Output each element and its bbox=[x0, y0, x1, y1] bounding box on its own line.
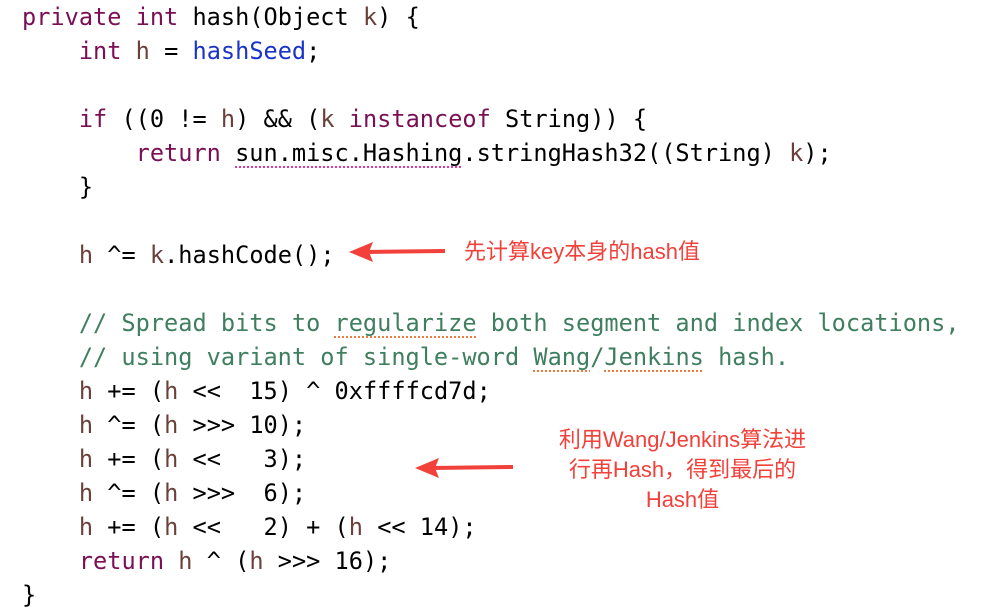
annotation-line: 利用Wang/Jenkins算法进 bbox=[558, 427, 807, 452]
code-token: h bbox=[78, 479, 94, 507]
code-token: hash(Object bbox=[192, 3, 363, 31]
code-token: k bbox=[362, 3, 378, 31]
code-token: ^= ( bbox=[93, 411, 165, 439]
code-token: regularize bbox=[334, 309, 477, 337]
code-line: private int hash(Object k) { bbox=[22, 0, 960, 34]
code-token: Wang bbox=[533, 343, 591, 371]
code-token: ^= bbox=[93, 241, 150, 269]
code-token: << 15) ^ 0xffffcd7d; bbox=[178, 377, 491, 405]
code-token: h bbox=[78, 411, 94, 439]
code-token: // using variant of single-word bbox=[22, 343, 534, 371]
code-token: .stringHash32((String) bbox=[462, 139, 790, 167]
code-line: int h = hashSeed; bbox=[22, 34, 960, 68]
annotation-line: 行再Hash，得到最后的 bbox=[568, 457, 797, 482]
code-token: >>> 6); bbox=[178, 479, 307, 507]
code-token: h bbox=[220, 105, 236, 133]
code-token: hashSeed bbox=[192, 37, 307, 65]
code-token: h bbox=[164, 445, 179, 473]
code-token: return bbox=[78, 547, 179, 575]
code-token: h bbox=[164, 377, 179, 405]
annotation-wang-jenkins: 利用Wang/Jenkins算法进 行再Hash，得到最后的 Hash值 bbox=[530, 425, 835, 515]
code-token: ^ ( bbox=[192, 547, 250, 575]
code-token: private int bbox=[22, 3, 193, 31]
code-line: return sun.misc.Hashing.stringHash32((St… bbox=[22, 136, 960, 170]
code-token: h bbox=[78, 377, 94, 405]
code-token: // Spread bits to bbox=[22, 309, 335, 337]
code-token: ^= ( bbox=[93, 479, 165, 507]
code-token: instanceof bbox=[348, 105, 506, 133]
code-token: hash. bbox=[703, 343, 790, 371]
code-token: both segment and index locations, bbox=[476, 309, 960, 337]
code-token: Jenkins bbox=[604, 343, 704, 371]
code-token: ((0 != bbox=[121, 105, 221, 133]
code-token: = bbox=[149, 37, 193, 65]
left-arrow-icon bbox=[349, 242, 446, 262]
code-token: h bbox=[348, 513, 363, 541]
code-token: } bbox=[22, 173, 94, 201]
code-token: sun.misc.Hashing bbox=[235, 139, 463, 167]
code-token: << 2) + ( bbox=[178, 513, 349, 541]
code-line: h += (h << 2) + (h << 14); bbox=[22, 510, 960, 544]
code-token: if bbox=[78, 105, 122, 133]
code-token: k bbox=[320, 105, 349, 133]
code-line: } bbox=[22, 170, 960, 204]
annotation-line: Hash值 bbox=[645, 487, 720, 512]
code-token: k bbox=[789, 139, 804, 167]
code-line: if ((0 != h) && (k instanceof String)) { bbox=[22, 102, 960, 136]
code-token: ) { bbox=[377, 3, 420, 31]
code-token: >>> 16); bbox=[263, 547, 392, 575]
code-line: // Spread bits to regularize both segmen… bbox=[22, 306, 960, 340]
code-token: ; bbox=[306, 37, 321, 65]
code-token: h bbox=[78, 241, 94, 269]
code-token: += ( bbox=[93, 513, 165, 541]
code-token: += ( bbox=[93, 445, 165, 473]
code-token: .hashCode(); bbox=[164, 241, 335, 269]
code-line: // using variant of single-word Wang/Jen… bbox=[22, 340, 960, 374]
code-token: h bbox=[164, 411, 179, 439]
code-token: String)) { bbox=[505, 105, 648, 133]
code-token: h bbox=[164, 479, 179, 507]
code-block: private int hash(Object k) { int h = has… bbox=[22, 0, 960, 612]
code-token: / bbox=[590, 343, 605, 371]
code-token: return bbox=[135, 139, 236, 167]
code-token: h bbox=[78, 513, 94, 541]
code-token: } bbox=[22, 581, 37, 609]
code-token: ); bbox=[803, 139, 832, 167]
code-token: h bbox=[249, 547, 264, 575]
code-token: ) && ( bbox=[235, 105, 321, 133]
code-token: h bbox=[178, 547, 193, 575]
code-token: h bbox=[164, 513, 179, 541]
code-line: return h ^ (h >>> 16); bbox=[22, 544, 960, 578]
code-line: } bbox=[22, 578, 960, 612]
code-token: k bbox=[149, 241, 165, 269]
annotation-hash-key: 先计算key本身的hash值 bbox=[464, 239, 700, 264]
code-token: int bbox=[78, 37, 136, 65]
code-token: += ( bbox=[93, 377, 165, 405]
code-token: << 14); bbox=[362, 513, 477, 541]
code-token: h bbox=[135, 37, 150, 65]
code-token: >>> 10); bbox=[178, 411, 307, 439]
code-token: h bbox=[78, 445, 94, 473]
code-token: << 3); bbox=[178, 445, 307, 473]
code-line: h += (h << 15) ^ 0xffffcd7d; bbox=[22, 374, 960, 408]
left-arrow-icon bbox=[415, 458, 514, 478]
